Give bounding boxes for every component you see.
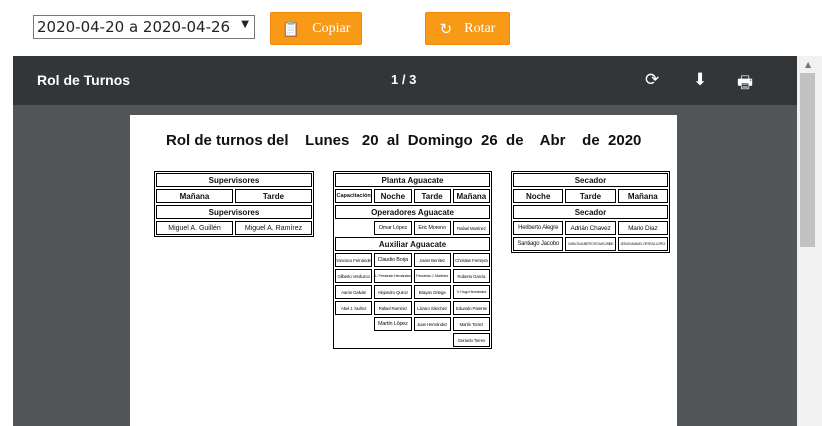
table-cell: Alejandro Quiroz (374, 285, 412, 299)
table-cell: Brayan Ortega (413, 285, 451, 299)
pdf-viewer: Rol de Turnos 1 / 3 ⟳ ⬇ 🖶 ▲ Rol de turno… (13, 56, 822, 426)
table-cell: Adrián Chavez (565, 221, 616, 235)
rotate-icon[interactable]: ⟳ (645, 70, 659, 90)
table-cell: Abel J. Nuñez (335, 301, 373, 315)
table-cell: Santiago Jacobo (513, 237, 564, 251)
download-icon[interactable]: ⬇ (693, 70, 707, 90)
table-cell: JESUS MANUEL ORTEGA LOPEZ (617, 237, 668, 251)
scrollbar-thumb[interactable] (800, 73, 815, 247)
table-cell: Roberto García (452, 269, 490, 283)
table-cell (414, 333, 451, 347)
pdf-page: Rol de turnos del Lunes 20 al Domingo 26… (130, 115, 677, 426)
table-cell: Aarón Galván (335, 285, 373, 299)
table-cell: Lázaro Sánchez (413, 301, 451, 315)
table-header: Supervisores (156, 205, 312, 219)
table-header: Supervisores (156, 173, 312, 187)
table-cell: Gilberto Verduzco (335, 269, 373, 283)
copy-button-label: Copiar (312, 20, 351, 36)
scroll-up-icon[interactable]: ▲ (805, 60, 811, 69)
shift-header: Tarde (413, 189, 451, 203)
table-header: Secador (513, 173, 668, 187)
clipboard-icon: 📋 (281, 19, 301, 38)
shift-header: Mañana (452, 189, 490, 203)
table-cell: Omar López (374, 221, 412, 235)
table-cell (374, 333, 411, 347)
table-cell: CARLOS ALBERTO ROJAS URIBE (565, 237, 616, 251)
table-cell: Claudio Borja (374, 253, 412, 267)
table-cell (335, 333, 372, 347)
table-cell: Eric Moreno (413, 221, 451, 235)
supervisores-table: Supervisores Mañana Tarde Supervisores M… (154, 171, 314, 237)
scrollbar[interactable]: ▲ (797, 56, 822, 426)
shift-header: Tarde (565, 189, 616, 203)
table-cell: Martín Torrez (452, 317, 490, 331)
table-cell: V. Hugo Hernández (452, 285, 490, 299)
refresh-icon: ↻ (439, 19, 453, 38)
table-cell: Rafael Martínez (452, 221, 490, 235)
table-cell: Francisco Fernández (335, 253, 373, 267)
document-title: Rol de turnos del Lunes 20 al Domingo 26… (166, 132, 642, 149)
table-cell: Mario Díaz (617, 221, 668, 235)
table-cell: Fernando J. Martínez (413, 269, 451, 283)
table-cell: Rafael Ramírez (374, 301, 412, 315)
table-cell: Javier Benítez (413, 253, 451, 267)
shift-header: Mañana (617, 189, 668, 203)
table-header: Planta Aguacate (335, 173, 490, 187)
table-cell: Heriberto Alegre (513, 221, 564, 235)
table-cell (335, 221, 372, 235)
viewer-title: Rol de Turnos (37, 72, 131, 88)
viewer-toolbar: Rol de Turnos 1 / 3 ⟳ ⬇ 🖶 (13, 56, 797, 105)
table-cell: Eduardo Parente (452, 301, 490, 315)
table-cell: Miguel A. Guillén (156, 221, 233, 235)
table-cell: L. Fernando Hernández (374, 269, 412, 283)
table-header: Auxiliar Aguacate (335, 237, 490, 251)
planta-table: Planta Aguacate Capacitación Noche Tarde… (333, 171, 492, 349)
shift-header: Capacitación (335, 189, 373, 203)
page-indicator: 1 / 3 (391, 72, 417, 87)
rotate-button[interactable]: ↻ Rotar (425, 12, 510, 45)
week-select[interactable]: 2020-04-20 a 2020-04-26 ▼ (33, 15, 255, 39)
print-icon[interactable]: 🖶 (737, 70, 753, 99)
rotate-button-label: Rotar (464, 20, 496, 36)
table-header: Operadores Aguacate (335, 205, 490, 219)
shift-header: Noche (513, 189, 564, 203)
shift-header: Noche (374, 189, 412, 203)
secador-table: Secador Noche Tarde Mañana Secador Herib… (511, 171, 670, 253)
table-cell (335, 317, 372, 331)
week-select-value: 2020-04-20 a 2020-04-26 (37, 18, 231, 36)
table-cell: Miguel A. Ramírez (235, 221, 312, 235)
chevron-down-icon: ▼ (241, 19, 249, 30)
table-cell: Martín López (374, 317, 412, 331)
table-cell: Juan Hernández (413, 317, 451, 331)
shift-header: Tarde (235, 189, 312, 203)
table-cell: Gerardo Torres (452, 333, 490, 347)
shift-header: Mañana (156, 189, 233, 203)
table-cell: Christian Ferreyra (452, 253, 490, 267)
copy-button[interactable]: 📋 Copiar (270, 12, 362, 45)
table-header: Secador (513, 205, 668, 219)
